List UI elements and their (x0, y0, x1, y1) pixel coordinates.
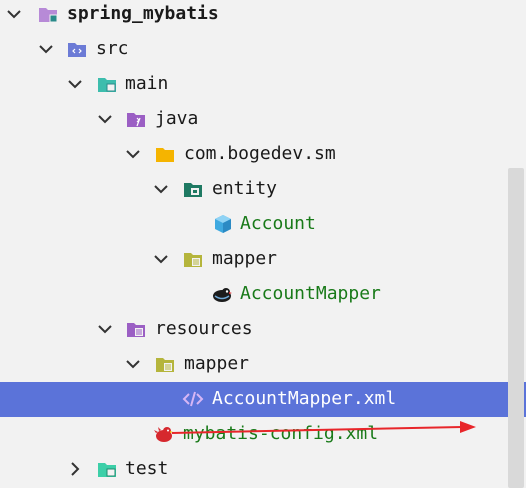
tree-label: entity (212, 178, 278, 199)
chevron-down-icon[interactable] (152, 180, 170, 198)
chevron-down-icon[interactable] (96, 320, 114, 338)
tree-label: src (96, 38, 129, 59)
tree-row-entity[interactable]: entity (0, 172, 508, 207)
tree-row-package[interactable]: com.bogedev.sm (0, 137, 508, 172)
chevron-down-icon[interactable] (5, 5, 23, 23)
chevron-down-icon[interactable] (124, 145, 142, 163)
chevron-down-icon[interactable] (96, 110, 114, 128)
chevron-down-icon[interactable] (66, 75, 84, 93)
tree-row-spring-mybatis[interactable]: spring_mybatis (0, 0, 508, 32)
resources-folder-icon (127, 323, 145, 337)
tree-row-account-mapper[interactable]: AccountMapper (0, 277, 508, 312)
mybatis-config-icon (154, 427, 173, 442)
package-folder-icon (156, 358, 174, 372)
package-folder-icon (184, 253, 202, 267)
tree-label: com.bogedev.sm (184, 143, 336, 164)
project-tree: spring_mybatis src main java com.bogedev… (0, 0, 526, 488)
chevron-down-icon[interactable] (152, 250, 170, 268)
tree-row-resources-mapper[interactable]: mapper (0, 347, 508, 382)
source-root-folder-icon (127, 113, 145, 127)
chevron-down-icon[interactable] (124, 355, 142, 373)
tree-label: mapper (212, 248, 278, 269)
chevron-right-icon[interactable] (66, 460, 84, 478)
tree-row-account[interactable]: Account (0, 207, 508, 242)
tree-row-test[interactable]: test (0, 452, 508, 487)
package-folder-icon (156, 148, 174, 162)
tree-label: resources (155, 318, 253, 339)
tree-row-mapper-package[interactable]: mapper (0, 242, 508, 277)
tree-row-main[interactable]: main (0, 67, 508, 102)
tree-label: AccountMapper.xml (212, 388, 397, 409)
test-folder-icon (98, 463, 116, 477)
tree-label: mapper (184, 353, 250, 374)
tree-label: AccountMapper (240, 283, 381, 304)
chevron-down-icon[interactable] (37, 40, 55, 58)
class-cube-icon (215, 215, 231, 233)
tree-row-src[interactable]: src (0, 32, 508, 67)
tree-label: spring_mybatis (67, 3, 219, 24)
tree-label: test (125, 458, 169, 479)
tree-label: Account (240, 213, 316, 234)
source-root-folder-icon (68, 43, 86, 57)
entity-folder-icon (184, 183, 202, 197)
tree-row-java[interactable]: java (0, 102, 508, 137)
module-folder-icon (39, 8, 58, 23)
tree-row-account-mapper-xml[interactable]: AccountMapper.xml (0, 382, 526, 417)
tree-label: mybatis-config.xml (183, 423, 379, 444)
tree-label: main (125, 73, 169, 94)
tree-label: java (155, 108, 199, 129)
xml-tag-icon (182, 391, 204, 407)
tree-row-resources[interactable]: resources (0, 312, 508, 347)
tree-row-mybatis-config[interactable]: mybatis-config.xml (0, 417, 508, 452)
vertical-scrollbar[interactable] (508, 168, 524, 488)
folder-icon (98, 78, 116, 92)
mybatis-bird-icon (213, 288, 232, 302)
